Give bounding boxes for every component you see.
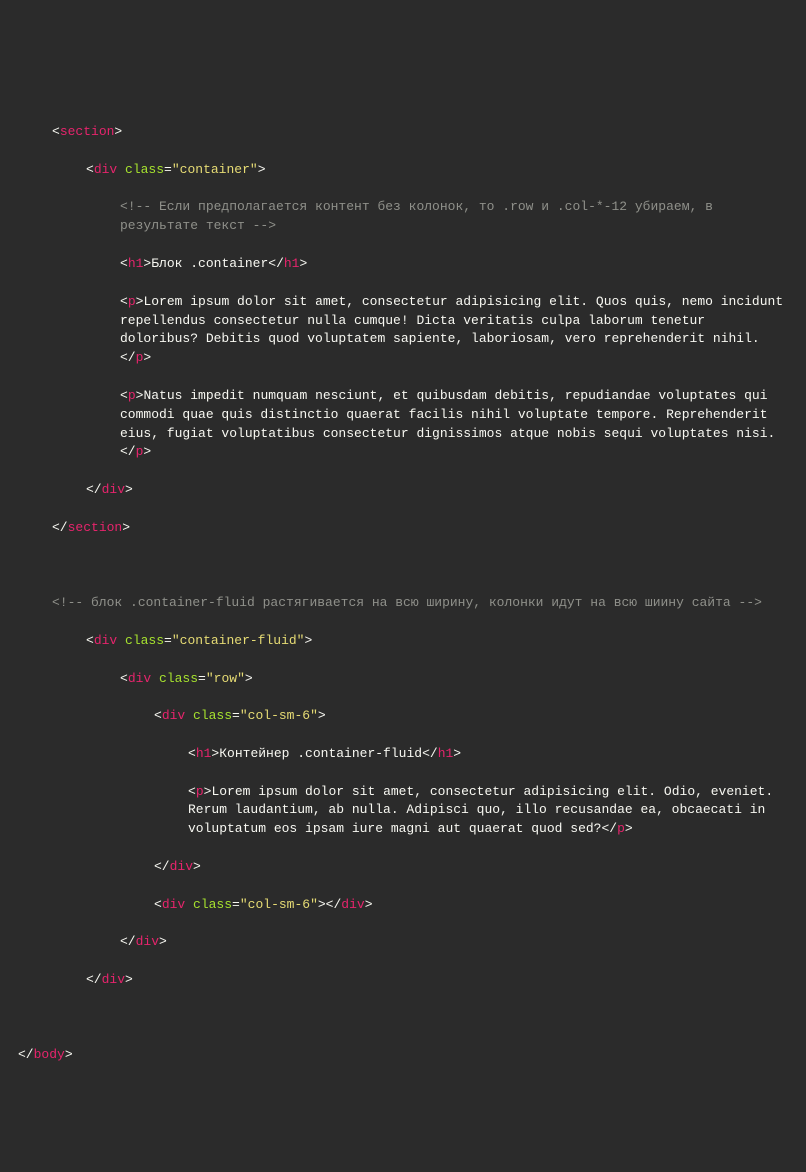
code-line: <h1>Блок .container</h1> (18, 255, 788, 274)
code-line: <p>Lorem ipsum dolor sit amet, consectet… (18, 783, 788, 840)
code-line: <h1>Контейнер .container-fluid</h1> (18, 745, 788, 764)
code-line: <div class="col-sm-6"></div> (18, 896, 788, 915)
code-comment: <!-- блок .container-fluid растягивается… (18, 594, 788, 613)
code-line: </div> (18, 933, 788, 952)
code-line: <p>Natus impedit numquam nesciunt, et qu… (18, 387, 788, 462)
code-line: </div> (18, 971, 788, 990)
code-line: <p>Lorem ipsum dolor sit amet, consectet… (18, 293, 788, 368)
code-line: </div> (18, 858, 788, 877)
code-editor[interactable]: <section> <div class="container"> <!-- Е… (18, 85, 788, 1103)
code-line: <div class="col-sm-6"> (18, 707, 788, 726)
blank-line (18, 1009, 788, 1028)
blank-line (18, 556, 788, 575)
code-line: </body> (18, 1046, 788, 1065)
code-line: </section> (18, 519, 788, 538)
code-line: </div> (18, 481, 788, 500)
code-comment: <!-- Если предполагается контент без кол… (18, 198, 788, 236)
code-line: <div class="row"> (18, 670, 788, 689)
code-line: <div class="container"> (18, 161, 788, 180)
code-line: <section> (18, 123, 788, 142)
code-line: <div class="container-fluid"> (18, 632, 788, 651)
